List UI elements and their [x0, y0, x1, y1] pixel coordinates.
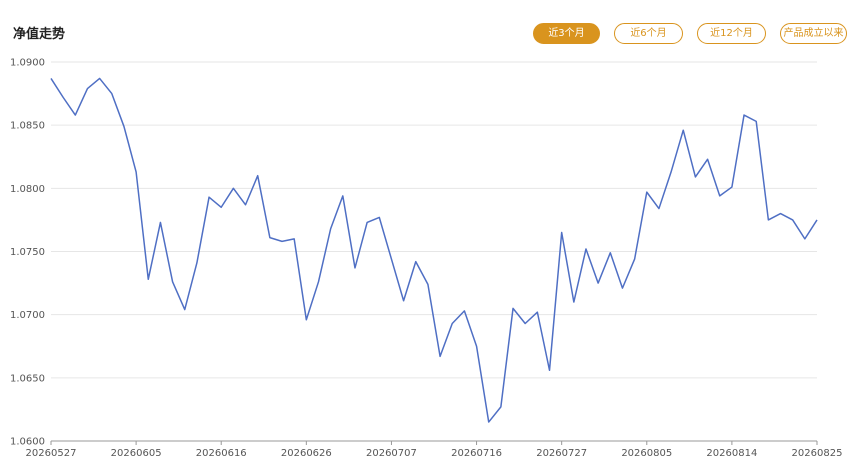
y-tick-label: 1.0850	[10, 121, 45, 132]
x-tick-label: 20260527	[26, 448, 77, 459]
x-tick-label: 20260716	[451, 448, 502, 459]
y-tick-label: 1.0900	[10, 58, 45, 69]
y-tick-label: 1.0650	[10, 373, 45, 384]
x-tick-label: 20260616	[196, 448, 247, 459]
series-line	[50, 77, 818, 423]
x-tick-label: 20260605	[111, 448, 162, 459]
x-tick-label: 20260814	[706, 448, 757, 459]
x-tick-label: 20260825	[792, 448, 843, 459]
y-tick-label: 1.0750	[10, 247, 45, 258]
y-tick-label: 1.0700	[10, 310, 45, 321]
x-tick-label: 20260727	[536, 448, 587, 459]
x-tick-label: 20260707	[366, 448, 417, 459]
y-tick-label: 1.0800	[10, 184, 45, 195]
y-tick-label: 1.0600	[10, 437, 45, 448]
nav-line-chart: 1.0600 1.0650 1.0700 1.0750 1.0800 1.0850 1.09…	[10, 58, 843, 460]
x-tick-label: 20260626	[281, 448, 332, 459]
x-tick-label: 20260805	[621, 448, 672, 459]
